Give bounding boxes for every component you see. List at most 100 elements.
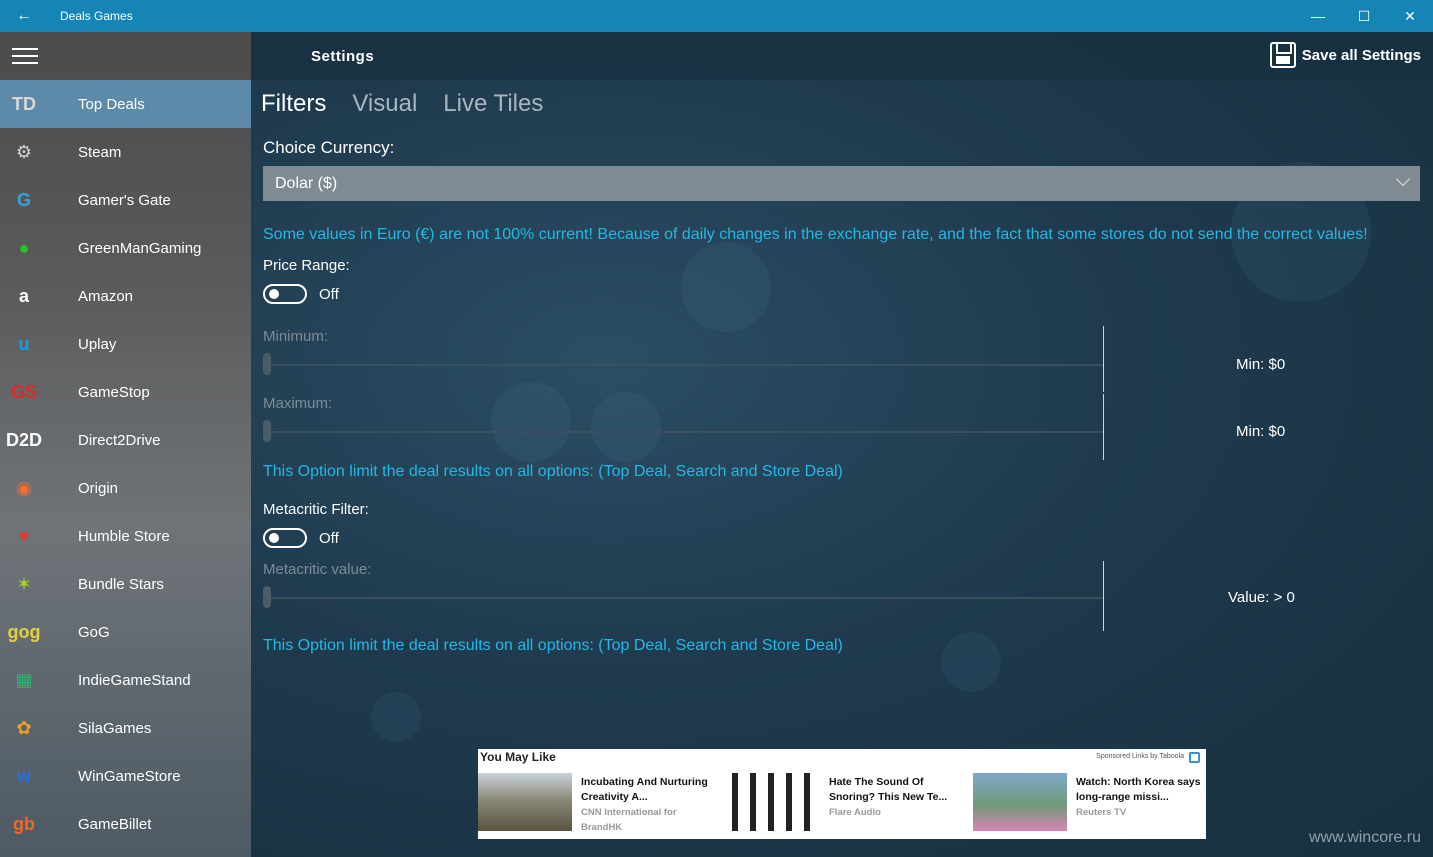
price-range-label: Price Range: xyxy=(263,257,350,274)
minimum-label: Minimum: xyxy=(263,328,329,345)
gamers-gate-icon: G xyxy=(16,189,31,210)
currency-selected-value: Dolar ($) xyxy=(275,174,338,192)
app-title: Deals Games xyxy=(60,9,133,23)
sidebar-item-humble-store[interactable]: ♥ Humble Store xyxy=(0,512,251,560)
tab-filters[interactable]: Filters xyxy=(261,90,326,118)
sidebar-item-top-deals[interactable]: TD Top Deals xyxy=(0,80,251,128)
gog-icon: gog xyxy=(7,621,41,642)
ad-card[interactable]: Watch: North Korea says long-range missi… xyxy=(973,773,1206,833)
sidebar-item-direct2drive[interactable]: D2D Direct2Drive xyxy=(0,416,251,464)
direct2drive-icon: D2D xyxy=(5,429,42,450)
metacritic-value: Value: > 0 xyxy=(1228,589,1295,606)
page-title: Settings xyxy=(311,47,375,65)
ad-banner[interactable]: You May Like Sponsored Links by Taboola … xyxy=(478,749,1206,839)
greenmangaming-icon: ● xyxy=(18,237,30,258)
indiegamestand-icon: ▦ xyxy=(15,669,33,690)
ad-headline: Incubating And Nurturing Creativity A... xyxy=(581,776,708,803)
price-range-note: This Option limit the deal results on al… xyxy=(263,463,843,480)
metacritic-slider-track xyxy=(263,597,1103,599)
humble-store-icon: ♥ xyxy=(18,525,30,546)
minimum-value: Min: $0 xyxy=(1236,356,1286,373)
maximize-button[interactable]: ☐ xyxy=(1341,0,1387,32)
back-arrow-icon: ← xyxy=(16,7,32,24)
close-icon: ✕ xyxy=(1404,7,1416,24)
title-bar: ← Deals Games — ☐ ✕ xyxy=(0,0,1433,32)
minimize-icon: — xyxy=(1311,8,1325,24)
sidebar-item-steam[interactable]: ⚙ Steam xyxy=(0,128,251,176)
ad-thumbnail-news xyxy=(973,773,1067,831)
sidebar-item-label: GreenManGaming xyxy=(78,239,202,257)
metacritic-filter-label: Metacritic Filter: xyxy=(263,501,369,518)
price-range-state: Off xyxy=(319,286,339,303)
ad-source: Reuters TV xyxy=(1076,807,1127,818)
ad-source: Flare Audio xyxy=(829,807,881,818)
sidebar-item-gamebillet[interactable]: gb GameBillet xyxy=(0,800,251,848)
sidebar-item-label: SilaGames xyxy=(78,719,152,737)
metacritic-filter-state: Off xyxy=(319,530,339,547)
sidebar-item-label: Origin xyxy=(78,479,119,497)
metacritic-note: This Option limit the deal results on al… xyxy=(263,637,843,654)
wingamestore-icon: w xyxy=(16,765,31,786)
ad-card[interactable]: Incubating And Nurturing Creativity A...… xyxy=(478,773,718,833)
sidebar-item-label: Gamer's Gate xyxy=(78,191,171,209)
maximum-label: Maximum: xyxy=(263,395,333,412)
sidebar-item-bundle-stars[interactable]: ✶ Bundle Stars xyxy=(0,560,251,608)
silagames-icon: ✿ xyxy=(16,717,32,738)
back-button[interactable]: ← xyxy=(0,0,48,32)
sidebar-item-uplay[interactable]: u Uplay xyxy=(0,320,251,368)
save-all-settings-button[interactable]: Save all Settings xyxy=(1269,42,1421,68)
save-all-settings-label: Save all Settings xyxy=(1301,46,1421,64)
maximize-icon: ☐ xyxy=(1357,7,1371,24)
sidebar-item-label: Humble Store xyxy=(78,527,170,545)
chevron-down-icon xyxy=(1395,171,1411,187)
minimum-slider-thumb[interactable] xyxy=(263,353,271,375)
sidebar-item-silagames[interactable]: ✿ SilaGames xyxy=(0,704,251,752)
ad-headline: Watch: North Korea says long-range missi… xyxy=(1076,776,1201,803)
settings-page: Settings Save all Settings Filters Visua… xyxy=(251,32,1433,857)
store-nav-list: TD Top Deals ⚙ Steam G Gamer's Gate ● GreenManG… xyxy=(0,80,251,848)
sidebar-item-label: Steam xyxy=(78,143,122,161)
top-deals-icon: TD xyxy=(12,93,36,114)
sidebar-item-label: GameBillet xyxy=(78,815,152,833)
price-range-toggle[interactable] xyxy=(263,284,307,304)
sidebar-item-label: Uplay xyxy=(78,335,117,353)
ad-source: CNN International for BrandHK xyxy=(581,807,677,833)
tab-visual[interactable]: Visual xyxy=(352,90,417,118)
currency-dropdown[interactable]: Dolar ($) xyxy=(263,166,1420,201)
euro-warning-text: Some values in Euro (€) are not 100% cur… xyxy=(263,226,1368,243)
origin-icon: ◉ xyxy=(16,477,32,498)
ad-sponsor-label[interactable]: Sponsored Links by Taboola xyxy=(1096,753,1184,760)
ad-card[interactable]: Hate The Sound Of Snoring? This New Te..… xyxy=(726,773,966,833)
metacritic-filter-toggle[interactable] xyxy=(263,528,307,548)
sidebar-item-label: Amazon xyxy=(78,287,134,305)
sidebar-item-label: WinGameStore xyxy=(78,767,181,785)
taboola-icon[interactable] xyxy=(1189,752,1200,763)
minimize-button[interactable]: — xyxy=(1295,0,1341,32)
sidebar-item-gog[interactable]: gog GoG xyxy=(0,608,251,656)
metacritic-value-label: Metacritic value: xyxy=(263,561,372,578)
sidebar-item-label: GoG xyxy=(78,623,110,641)
bundle-stars-icon: ✶ xyxy=(16,573,32,594)
sidebar-item-indiegamestand[interactable]: ▦ IndieGameStand xyxy=(0,656,251,704)
floppy-disk-icon xyxy=(1269,42,1296,68)
ad-thumbnail-earplugs xyxy=(726,773,820,831)
page-header: Settings Save all Settings xyxy=(251,32,1433,80)
sidebar-item-gamer-s-gate[interactable]: G Gamer's Gate xyxy=(0,176,251,224)
sidebar-item-label: IndieGameStand xyxy=(78,671,191,689)
sidebar: TD Top Deals ⚙ Steam G Gamer's Gate ● GreenManG… xyxy=(0,32,251,857)
hamburger-icon xyxy=(12,48,38,64)
metacritic-slider-thumb[interactable] xyxy=(263,586,271,608)
settings-tabs: Filters Visual Live Tiles xyxy=(261,90,543,118)
currency-label: Choice Currency: xyxy=(263,138,395,157)
maximum-slider-thumb[interactable] xyxy=(263,420,271,442)
watermark: www.wincore.ru xyxy=(1308,829,1421,846)
sidebar-item-origin[interactable]: ◉ Origin xyxy=(0,464,251,512)
sidebar-item-amazon[interactable]: a Amazon xyxy=(0,272,251,320)
sidebar-item-gamestop[interactable]: GS GameStop xyxy=(0,368,251,416)
sidebar-item-wingamestore[interactable]: w WinGameStore xyxy=(0,752,251,800)
tab-live-tiles[interactable]: Live Tiles xyxy=(443,90,543,118)
hamburger-button[interactable] xyxy=(0,32,251,80)
sidebar-item-greenmangaming[interactable]: ● GreenManGaming xyxy=(0,224,251,272)
close-button[interactable]: ✕ xyxy=(1387,0,1433,32)
ad-title: You May Like xyxy=(480,750,556,764)
